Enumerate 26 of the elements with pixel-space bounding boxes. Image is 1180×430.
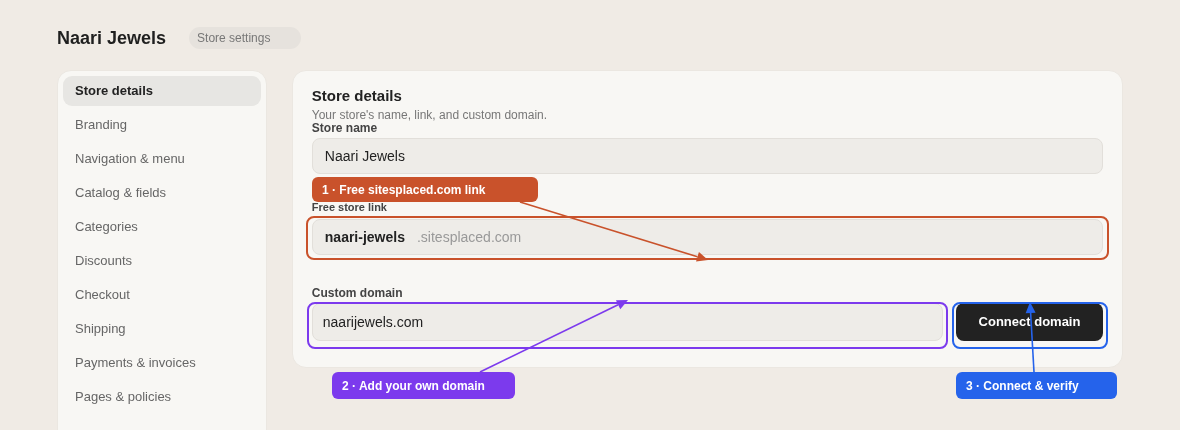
- field-label: Custom domain: [311, 287, 403, 299]
- section-title: Store details: [311, 86, 403, 106]
- sidebar-item[interactable]: Payments & invoices: [63, 348, 261, 378]
- sidebar-item[interactable]: Branding: [63, 110, 261, 140]
- sidebar-item[interactable]: Store details: [63, 76, 261, 106]
- field-label: Store name: [311, 122, 378, 134]
- store-slug: naari-jewels: [324, 227, 405, 247]
- sidebar-item[interactable]: Categories: [63, 212, 261, 242]
- sidebar-item[interactable]: Catalog & fields: [63, 178, 261, 208]
- sidebar-item[interactable]: Shipping: [63, 314, 261, 344]
- sidebar-item[interactable]: Navigation & menu: [63, 144, 261, 174]
- field-label: Free store link: [311, 201, 387, 213]
- sidebar-item[interactable]: Discounts: [63, 246, 261, 276]
- custom-domain-field[interactable]: naarijewels.com: [311, 303, 943, 341]
- callout-label: 1 · Free sitesplaced.com link: [312, 177, 538, 202]
- sidebar-item[interactable]: Checkout: [63, 280, 261, 310]
- sidebar-item[interactable]: Pages & policies: [63, 382, 261, 412]
- store-name-field[interactable]: Naari Jewels: [311, 138, 1103, 174]
- connect-domain-button[interactable]: Connect domain: [956, 303, 1103, 341]
- domain-suffix: .sitesplaced.com: [416, 227, 522, 247]
- section-subtitle: Your store's name, link, and custom domain.: [311, 108, 549, 122]
- breadcrumb-badge: Store settings: [189, 27, 302, 49]
- callout-label: 2 · Add your own domain: [332, 372, 515, 399]
- store-title: Naari Jewels: [57, 26, 167, 50]
- store-link-field[interactable]: naari-jewels .sitesplaced.com: [311, 219, 1103, 255]
- callout-label: 3 · Connect & verify: [956, 372, 1117, 399]
